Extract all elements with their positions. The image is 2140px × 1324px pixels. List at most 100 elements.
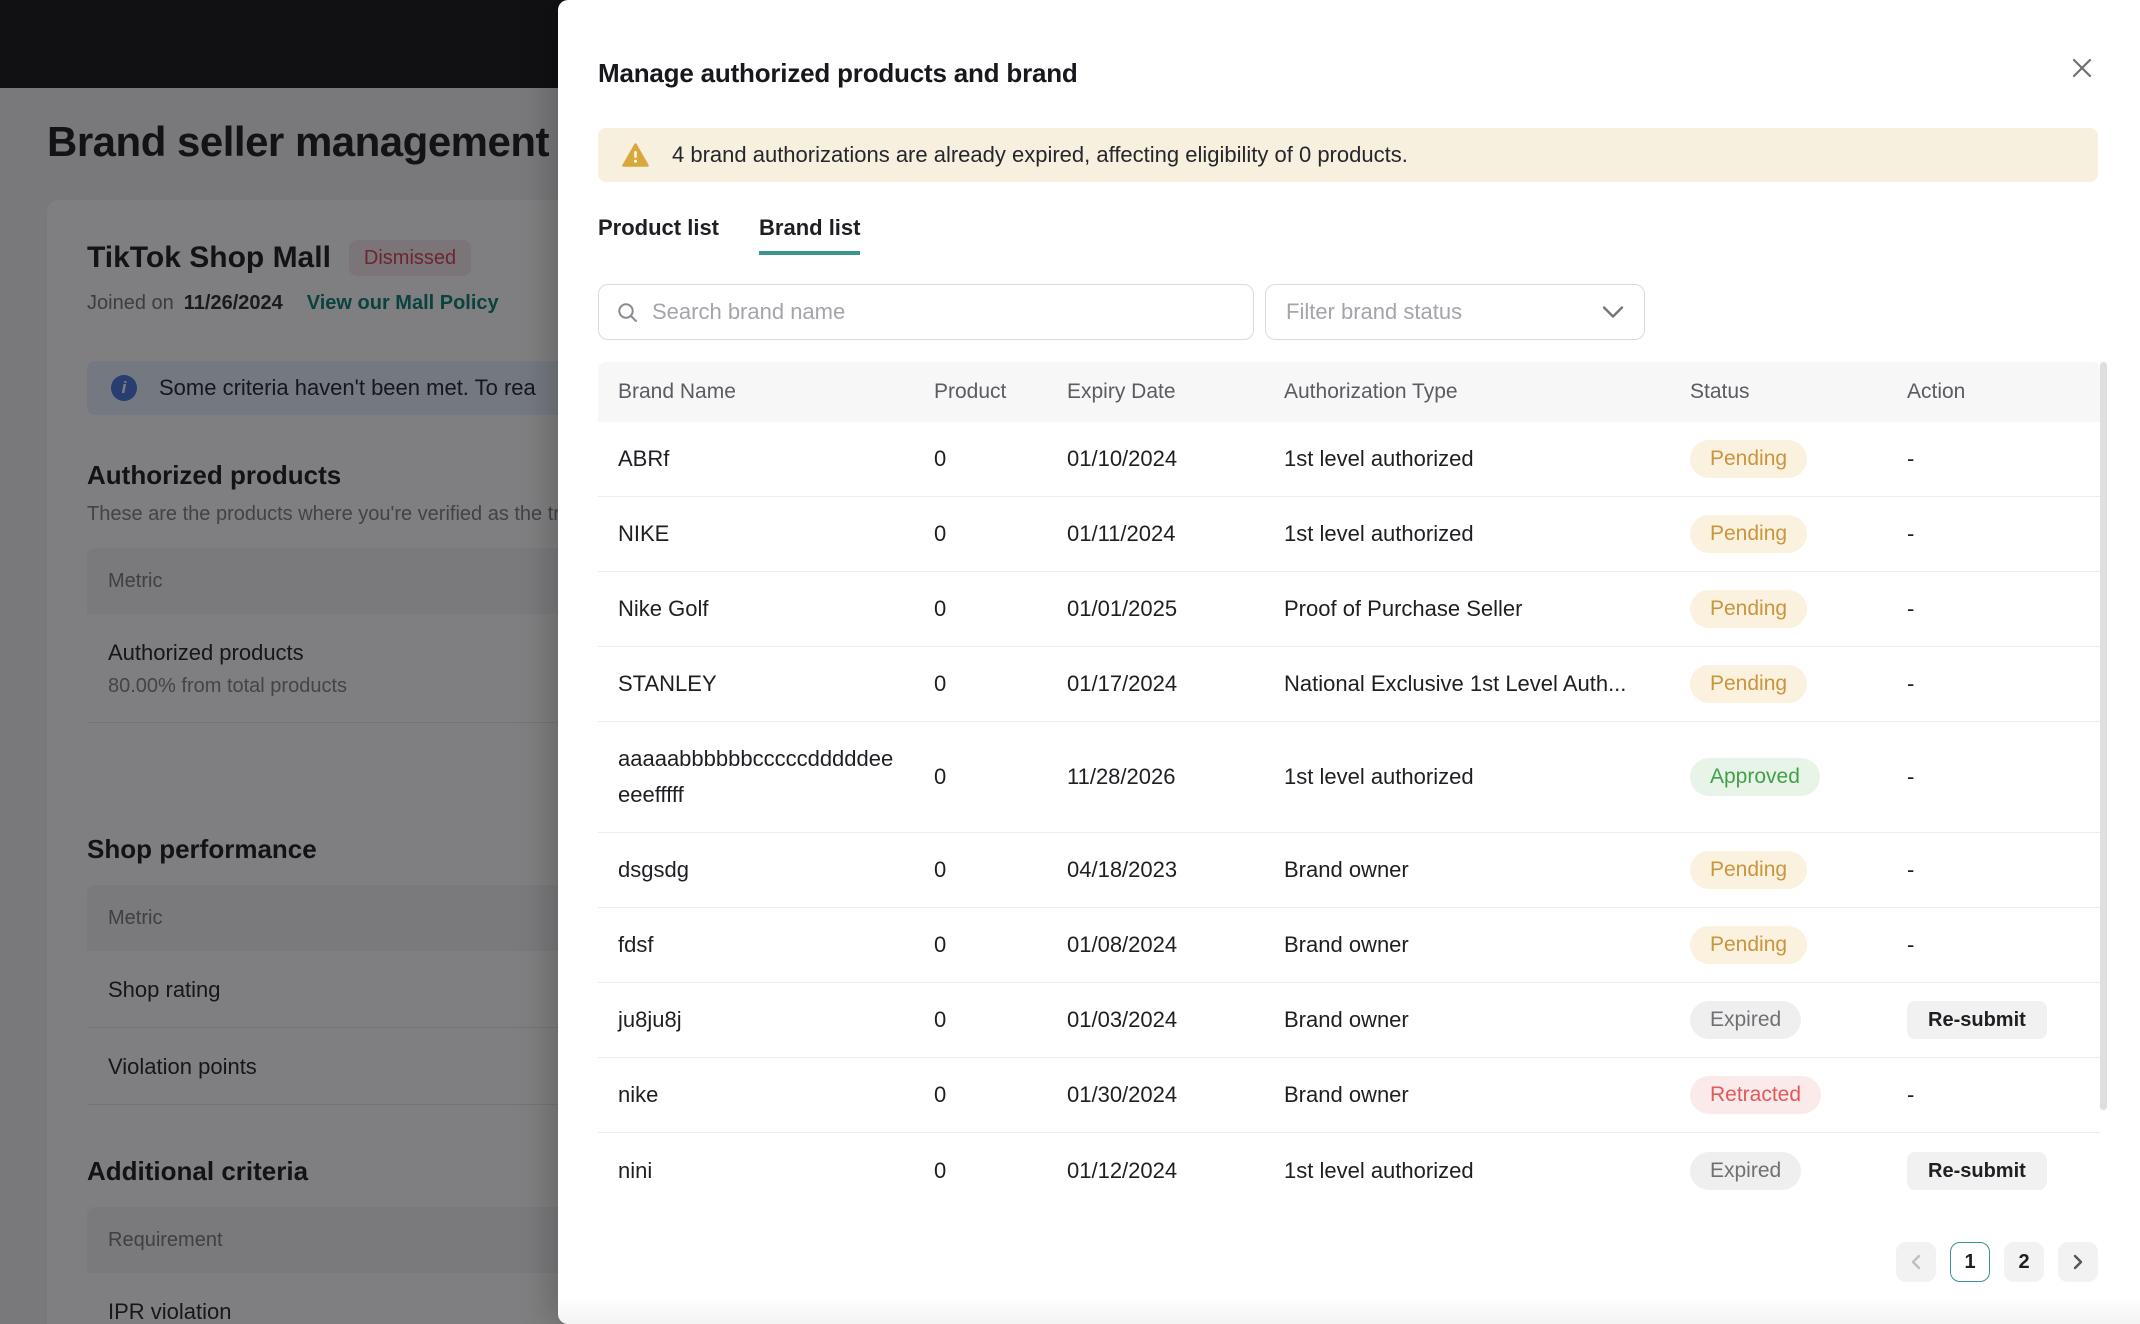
brand-cell: NIKE	[618, 521, 670, 546]
action-cell: -	[1907, 932, 1915, 957]
warning-text: 4 brand authorizations are already expir…	[672, 142, 1408, 167]
column-header: Brand Name	[618, 380, 736, 403]
table-scrollbar[interactable]	[2100, 362, 2107, 1110]
status-cell: Pending	[1670, 515, 1887, 553]
auth-cell: Brand owner	[1284, 857, 1409, 882]
status-badge: Expired	[1690, 1151, 1802, 1190]
status-badge: Pending	[1690, 851, 1808, 889]
status-cell: Expired	[1670, 1001, 1887, 1039]
brand-cell: aaaaabbbbbbcccccdddddeeeeefffff	[618, 746, 894, 807]
tab-brand-list[interactable]: Brand list	[759, 215, 861, 255]
brand-status-filter[interactable]: Filter brand status	[1265, 284, 1645, 340]
table-row: ju8ju8j 0 01/03/2024 Brand owner Expired Re-s…	[598, 983, 2100, 1058]
status-cell: Retracted	[1670, 1076, 1887, 1114]
tab-product-list[interactable]: Product list	[598, 215, 719, 255]
table-row: fdsf 0 01/08/2024 Brand owner Pending -	[598, 908, 2100, 983]
search-input[interactable]	[652, 299, 1235, 325]
page-button-2[interactable]: 2	[2004, 1242, 2044, 1282]
status-badge: Pending	[1690, 440, 1808, 478]
footer-shadow	[558, 1298, 2140, 1324]
product-cell: 0	[934, 1007, 947, 1032]
status-badge: Pending	[1690, 926, 1808, 964]
status-badge: Retracted	[1690, 1076, 1822, 1114]
action-cell: -	[1907, 764, 1915, 789]
status-cell: Pending	[1670, 926, 1887, 964]
table-row: NIKE 0 01/11/2024 1st level authorized Pendi…	[598, 497, 2100, 572]
action-cell: -	[1907, 596, 1915, 621]
brand-cell: ABRf	[618, 446, 670, 471]
brand-cell: fdsf	[618, 932, 654, 957]
column-header: Expiry Date	[1067, 380, 1176, 403]
manage-authorized-drawer: Manage authorized products and brand 4 b…	[558, 0, 2140, 1324]
table-row: dsgsdg 0 04/18/2023 Brand owner Pending -	[598, 833, 2100, 908]
auth-cell: Proof of Purchase Seller	[1284, 596, 1523, 621]
product-cell: 0	[934, 596, 947, 621]
product-cell: 0	[934, 1082, 947, 1107]
auth-cell: 1st level authorized	[1284, 764, 1474, 789]
next-page-button[interactable]	[2058, 1242, 2098, 1282]
column-header: Authorization Type	[1284, 380, 1458, 403]
status-badge: Expired	[1690, 1001, 1802, 1039]
status-cell: Pending	[1670, 851, 1887, 889]
auth-cell: 1st level authorized	[1284, 446, 1474, 471]
action-cell: -	[1907, 857, 1915, 882]
auth-cell: Brand owner	[1284, 1082, 1409, 1107]
column-header: Action	[1907, 380, 1966, 403]
product-cell: 0	[934, 446, 947, 471]
product-cell: 0	[934, 671, 947, 696]
resubmit-button[interactable]: Re-submit	[1907, 1151, 2047, 1190]
action-cell: -	[1907, 1082, 1915, 1107]
expiry-cell: 01/10/2024	[1067, 446, 1178, 471]
table-row: ABRf 0 01/10/2024 1st level authorized Pendi…	[598, 422, 2100, 497]
brand-list-table: Brand Name Product Expiry Date Authorizatio…	[598, 362, 2100, 1208]
column-header: Product	[934, 380, 1007, 403]
status-cell: Approved	[1670, 758, 1887, 796]
auth-cell: Brand owner	[1284, 1007, 1409, 1032]
table-row: Nike Golf 0 01/01/2025 Proof of Purchase Se…	[598, 572, 2100, 647]
table-row: aaaaabbbbbbcccccdddddeeeeefffff 0 11/28/20…	[598, 722, 2100, 833]
table-row: nike 0 01/30/2024 Brand owner Retracted -	[598, 1058, 2100, 1133]
auth-cell: 1st level authorized	[1284, 1157, 1474, 1183]
prev-page-button[interactable]	[1896, 1242, 1936, 1282]
product-cell: 0	[934, 764, 947, 789]
status-badge: Pending	[1690, 515, 1808, 553]
action-cell: Re-submit	[1887, 1151, 2100, 1190]
modal-title: Manage authorized products and brand	[598, 58, 1078, 88]
auth-cell: National Exclusive 1st Level Auth...	[1284, 671, 1627, 696]
auth-cell: Brand owner	[1284, 932, 1409, 957]
product-cell: 0	[934, 521, 947, 546]
resubmit-button[interactable]: Re-submit	[1907, 1001, 2047, 1039]
auth-cell: 1st level authorized	[1284, 521, 1474, 546]
page-button-1[interactable]: 1	[1950, 1242, 1990, 1282]
status-cell: Pending	[1670, 440, 1887, 478]
action-cell: -	[1907, 671, 1915, 696]
close-icon[interactable]	[2068, 54, 2096, 82]
status-badge: Approved	[1690, 758, 1820, 796]
brand-cell: Nike Golf	[618, 596, 709, 621]
search-input-wrapper	[598, 284, 1254, 340]
expiry-cell: 01/12/2024	[1067, 1157, 1178, 1183]
pagination: 12	[1896, 1242, 2098, 1282]
table-header-row: Brand Name Product Expiry Date Authorizatio…	[598, 362, 2100, 422]
expiry-cell: 01/08/2024	[1067, 932, 1178, 957]
product-cell: 0	[934, 932, 947, 957]
chevron-down-icon	[1602, 305, 1624, 319]
brand-cell: ju8ju8j	[618, 1007, 682, 1032]
brand-cell: dsgsdg	[618, 857, 689, 882]
status-badge: Pending	[1690, 665, 1808, 703]
expiry-cell: 04/18/2023	[1067, 857, 1178, 882]
brand-cell: STANLEY	[618, 671, 717, 696]
expiry-cell: 01/17/2024	[1067, 671, 1178, 696]
expiry-cell: 01/03/2024	[1067, 1007, 1178, 1032]
table-row: nini 0 01/12/2024 1st level authorized Expir…	[598, 1133, 2100, 1208]
expired-warning-banner: 4 brand authorizations are already expir…	[598, 128, 2098, 182]
brand-cell: nike	[618, 1082, 659, 1107]
action-cell: Re-submit	[1887, 1001, 2100, 1039]
status-cell: Pending	[1670, 590, 1887, 628]
warning-triangle-icon	[622, 143, 649, 167]
status-badge: Pending	[1690, 590, 1808, 628]
tab-bar: Product list Brand list	[598, 215, 2100, 255]
expiry-cell: 01/01/2025	[1067, 596, 1178, 621]
expiry-cell: 01/11/2024	[1067, 521, 1176, 546]
filter-placeholder: Filter brand status	[1286, 299, 1463, 324]
